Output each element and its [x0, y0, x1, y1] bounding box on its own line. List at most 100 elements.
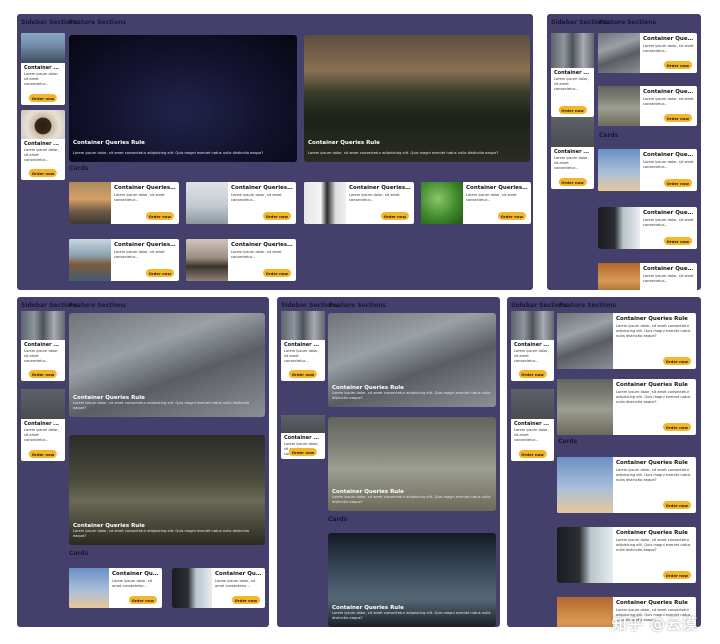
- order-now-button[interactable]: Order now: [145, 269, 174, 277]
- horizontal-card: Container Queries Rule Lorem ipsum dolor,…: [557, 379, 696, 435]
- feature-card: Container Queries Rule Lorem ipsum dolor,…: [69, 313, 265, 417]
- order-now-button[interactable]: Order now: [663, 114, 692, 122]
- sidebar-card: Container ...Lorem ipsum dolor, sit amet…: [281, 311, 325, 381]
- card-description: Lorem ipsum dolor, sit amet consectetur.…: [24, 349, 59, 364]
- watermark: 知乎 @云漠: [611, 615, 698, 633]
- card-title: Container ...: [514, 421, 549, 428]
- feature-title: Container Queries Rule: [332, 385, 404, 391]
- card-image: [511, 389, 554, 420]
- card-title: Container ...: [554, 70, 589, 77]
- feature-card: Container Queries Rule Lorem ipsum dolor,…: [328, 533, 496, 627]
- order-now-button[interactable]: Order now: [662, 357, 691, 365]
- order-now-button[interactable]: Order now: [663, 61, 692, 69]
- sidebar-card: Container ...Lorem ipsum dolor, sit amet…: [511, 389, 554, 461]
- card-title: Container ...: [284, 435, 319, 442]
- order-now-button[interactable]: Order now: [28, 370, 58, 378]
- card-image: [511, 311, 554, 341]
- feature-description: Lorem ipsum dolor, sit amet consectetur …: [308, 151, 499, 156]
- sidebar-card: Container ...Lorem ipsum dolor, sit amet…: [551, 117, 594, 189]
- feature-title: Container Queries Rule: [73, 523, 145, 529]
- feature-title: Container Queries Rule: [308, 140, 380, 146]
- card-description: Lorem ipsum dolor, sit amet consectetur.…: [231, 193, 282, 202]
- card-description: Lorem ipsum dolor, sit amet consectetur.…: [643, 274, 694, 283]
- card-title: Container Queri...: [112, 571, 160, 577]
- feature-heading: Feature Sections: [329, 302, 387, 309]
- feature-title: Container Queries Rule: [73, 140, 145, 146]
- order-now-button[interactable]: Order now: [558, 106, 587, 114]
- horizontal-card: Container Queries Ru... Lorem ipsum dolor…: [421, 182, 531, 224]
- horizontal-card: Container Queries Ru... Lorem ipsum dolor…: [186, 182, 296, 224]
- card-image: [21, 33, 65, 64]
- order-now-button[interactable]: Order now: [558, 178, 587, 186]
- order-now-button[interactable]: Order now: [145, 212, 174, 220]
- order-now-button[interactable]: Order now: [262, 212, 291, 220]
- card-image: [21, 110, 65, 140]
- order-now-button[interactable]: Order now: [497, 212, 526, 220]
- card-title: Container Queri...: [643, 36, 695, 42]
- order-now-button[interactable]: Order now: [518, 370, 547, 378]
- layout-panel-bottom-middle: Sidebar Sections Feature Sections Containe…: [277, 297, 500, 627]
- card-title: Container ...: [554, 149, 589, 156]
- card-title: Container Queries Rule: [616, 382, 688, 388]
- card-title: Container Queries Ru...: [114, 242, 177, 248]
- horizontal-card: Container Queries Ru... Lorem ipsum dolor…: [69, 239, 179, 281]
- card-image: [186, 182, 228, 224]
- card-image: [598, 149, 640, 191]
- card-title: Container Queries Ru...: [231, 242, 294, 248]
- horizontal-card: Container Queries Ru... Lorem ipsum dolor…: [69, 182, 179, 224]
- order-now-button[interactable]: Order now: [288, 448, 318, 456]
- feature-title: Container Queries Rule: [73, 395, 145, 401]
- card-image: [598, 86, 640, 126]
- card-image: [281, 311, 325, 341]
- order-now-button[interactable]: Order now: [663, 237, 692, 245]
- order-now-button[interactable]: Order now: [662, 423, 691, 431]
- sidebar-card: Container ...Lorem ipsum dolor, sit amet…: [551, 33, 594, 117]
- cards-heading: Cards: [599, 132, 619, 139]
- order-now-button[interactable]: Order now: [28, 94, 58, 102]
- order-now-button[interactable]: Order now: [662, 501, 691, 509]
- card-title: Container Queri...: [643, 89, 695, 95]
- order-now-button[interactable]: Order now: [662, 571, 691, 579]
- card-description: Lorem ipsum dolor, sit amet consectetur.…: [215, 579, 256, 588]
- layout-panel-bottom-right: Sidebar Sections Feature Sections Containe…: [507, 297, 701, 627]
- card-image: [557, 457, 613, 513]
- card-description: Lorem ipsum dolor, sit amet consectetur.…: [112, 579, 153, 588]
- feature-card: Container Queries Rule Lorem ipsum dolor,…: [328, 313, 496, 407]
- horizontal-card: Container Queri... Lorem ipsum dolor, sit…: [598, 86, 697, 126]
- sidebar-card: Container ...Lorem ipsum dolor, sit amet…: [21, 311, 65, 381]
- horizontal-card: Container Queries Rule Lorem ipsum dolor,…: [557, 313, 696, 369]
- order-now-button[interactable]: Order now: [288, 370, 318, 378]
- card-description: Lorem ipsum dolor, sit amet consectetur.…: [466, 193, 517, 202]
- horizontal-card: Container Queri... Lorem ipsum dolor, sit…: [172, 568, 265, 608]
- card-description: Lorem ipsum dolor, sit amet consectetur …: [616, 538, 691, 552]
- card-title: Container Queries Rule: [616, 460, 688, 466]
- order-now-button[interactable]: Order now: [28, 450, 58, 458]
- card-title: Container Queries Ru...: [231, 185, 294, 191]
- card-description: Lorem ipsum dolor, sit amet consectetur.…: [514, 428, 549, 442]
- order-now-button[interactable]: Order now: [663, 179, 692, 187]
- order-now-button[interactable]: Order now: [28, 169, 58, 177]
- card-title: Container ...: [24, 65, 59, 72]
- order-now-button[interactable]: Order now: [518, 450, 547, 458]
- horizontal-card: Container Queri... Lorem ipsum dolor, sit…: [598, 33, 697, 73]
- sidebar-card: Container ...Lorem ipsum dolor, sit amet…: [511, 311, 554, 381]
- sidebar-card: Container ...Lorem ipsum dolor, sit amet…: [281, 415, 325, 459]
- card-title: Container ...: [514, 342, 549, 349]
- card-title: Container Queri...: [643, 266, 695, 272]
- horizontal-card: Container Queri... Lorem ipsum dolor, sit…: [598, 149, 697, 191]
- order-now-button[interactable]: Order now: [231, 596, 260, 604]
- card-description: Lorem ipsum dolor, sit amet consectetur.…: [24, 72, 59, 86]
- order-now-button[interactable]: Order now: [262, 269, 291, 277]
- card-description: Lorem ipsum dolor, sit amet consectetur.…: [643, 218, 694, 227]
- sidebar-card: Container ...Lorem ipsum dolor, sit amet…: [21, 389, 65, 461]
- card-title: Container Queries Rule: [616, 600, 688, 606]
- order-now-button[interactable]: Order now: [380, 212, 409, 220]
- feature-heading: Feature Sections: [69, 302, 127, 309]
- feature-heading: Feature Sections: [599, 19, 657, 26]
- card-description: Lorem ipsum dolor, sit amet consectetur …: [616, 390, 691, 404]
- feature-description: Lorem ipsum dolor, sit amet consectetur …: [332, 391, 491, 401]
- card-description: Lorem ipsum dolor, sit amet consectetur.…: [114, 250, 165, 259]
- card-title: Container ...: [24, 342, 59, 349]
- order-now-button[interactable]: Order now: [128, 596, 157, 604]
- card-description: Lorem ipsum dolor, sit amet consectetur.…: [643, 44, 694, 53]
